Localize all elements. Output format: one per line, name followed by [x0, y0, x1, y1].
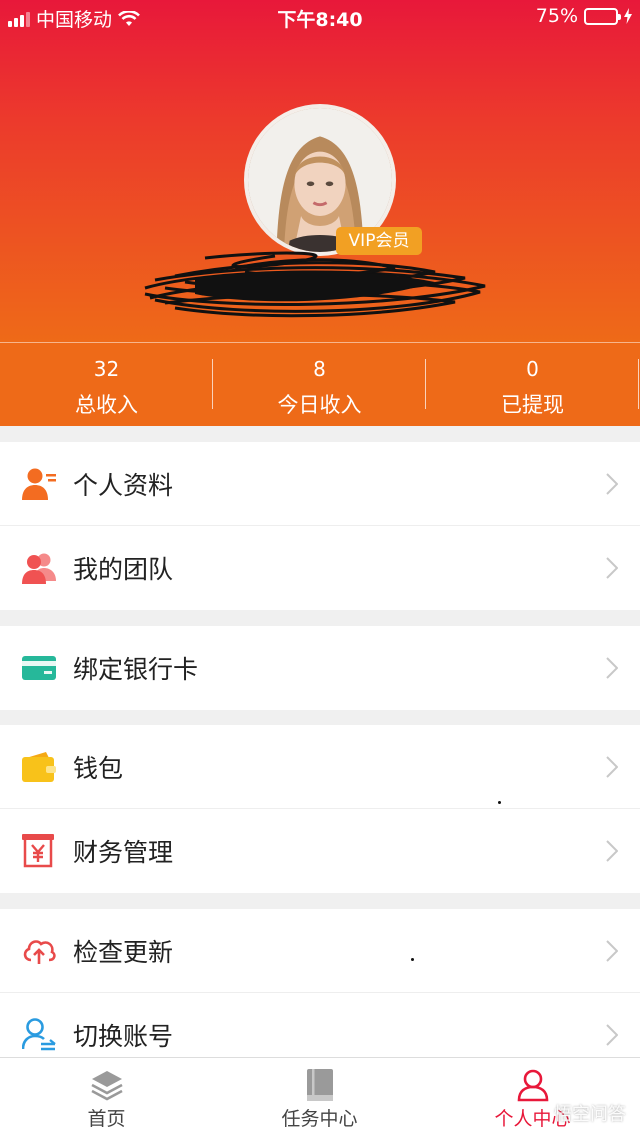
bank-card-icon — [22, 656, 56, 680]
stat-value: 32 — [93, 357, 120, 381]
menu-group-system: 检查更新 切换账号 — [0, 909, 640, 1057]
menu-label: 我的团队 — [73, 555, 174, 584]
earnings-stats: 32 总收入 8 今日收入 0 已提现 — [0, 342, 640, 426]
menu-label: 钱包 — [73, 753, 124, 783]
divider — [638, 359, 639, 409]
stat-label: 今日收入 — [277, 393, 362, 417]
menu-label: 切换账号 — [73, 1022, 174, 1051]
chevron-right-icon — [606, 1024, 618, 1046]
switch-account-icon — [22, 1018, 56, 1051]
tab-task-center[interactable]: 任务中心 — [213, 1058, 426, 1138]
stat-value: 8 — [313, 357, 326, 381]
menu-group-card: 绑定银行卡 — [0, 626, 640, 710]
team-icon — [22, 553, 56, 584]
stray-dot — [498, 801, 501, 804]
stat-label: 已提现 — [501, 393, 564, 417]
menu-label: 个人资料 — [73, 470, 174, 500]
chevron-right-icon — [606, 940, 618, 962]
chevron-right-icon — [606, 657, 618, 679]
wallet-icon — [22, 752, 56, 782]
charging-icon — [624, 8, 632, 24]
user-card-icon — [22, 468, 56, 500]
menu-bind-bank-card[interactable]: 绑定银行卡 — [0, 626, 640, 710]
tab-bar: 首页 任务中心 个人中心 悟空问答 — [0, 1057, 640, 1138]
menu-switch-account[interactable]: 切换账号 — [0, 993, 640, 1057]
cloud-upload-icon — [23, 940, 56, 964]
tab-label: 首页 — [87, 1108, 126, 1130]
battery-icon — [584, 7, 621, 25]
stat-total-income[interactable]: 32 总收入 — [0, 343, 213, 426]
chevron-right-icon — [606, 756, 618, 778]
watermark: 悟空问答 — [554, 1104, 626, 1125]
stray-dot — [411, 958, 414, 961]
menu-finance-management[interactable]: 财务管理 — [0, 809, 640, 893]
menu-group-profile: 个人资料 我的团队 — [0, 442, 640, 610]
stat-label: 总收入 — [75, 393, 138, 417]
stat-today-income[interactable]: 8 今日收入 — [213, 343, 426, 426]
tab-label: 任务中心 — [281, 1108, 358, 1130]
layers-icon — [90, 1071, 123, 1101]
chevron-right-icon — [606, 840, 618, 862]
menu-label: 绑定银行卡 — [73, 655, 199, 684]
tab-personal-center[interactable]: 个人中心 — [426, 1058, 639, 1138]
battery-percent: 75% — [535, 5, 578, 27]
menu-label: 财务管理 — [73, 838, 174, 867]
chevron-right-icon — [606, 557, 618, 579]
menu-wallet[interactable]: 钱包 — [0, 725, 640, 809]
redaction-scribble — [144, 251, 486, 318]
book-icon — [306, 1069, 333, 1101]
menu-label: 检查更新 — [73, 937, 174, 967]
tab-home[interactable]: 首页 — [0, 1058, 213, 1138]
stat-withdrawn[interactable]: 0 已提现 — [426, 343, 639, 426]
profile-header: 中国移动 下午8:40 75% VIP会员 — [0, 0, 640, 342]
menu-check-update[interactable]: 检查更新 — [0, 909, 640, 993]
finance-icon — [22, 834, 54, 868]
person-icon — [517, 1069, 548, 1102]
menu-my-team[interactable]: 我的团队 — [0, 526, 640, 610]
stat-value: 0 — [526, 357, 539, 381]
menu-personal-info[interactable]: 个人资料 — [0, 442, 640, 526]
chevron-right-icon — [606, 473, 618, 495]
status-bar: 中国移动 下午8:40 75% — [0, 0, 640, 34]
menu-group-finance: 钱包 财务管理 — [0, 725, 640, 893]
